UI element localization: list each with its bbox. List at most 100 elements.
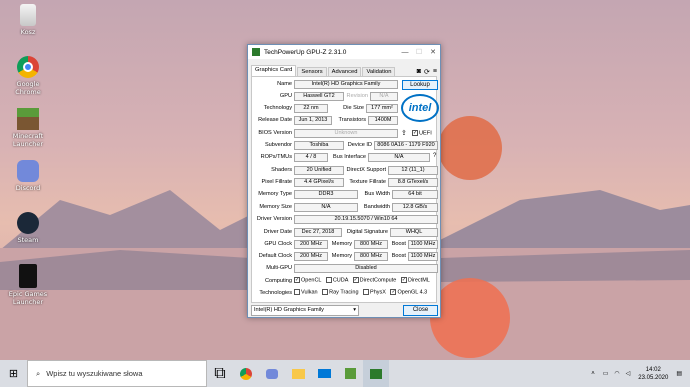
label-bios-version: BIOS Version [258,130,292,136]
field-gpu-clock: 200 MHz [294,240,328,249]
field-multi-gpu: Disabled [294,264,438,273]
field-pixel-fillrate: 4.4 GPixel/s [294,178,344,187]
tab-graphics-card[interactable]: Graphics Card [251,65,297,76]
field-bus-interface: N/A [368,153,430,162]
checkbox-directcompute[interactable]: ✓ [352,277,359,283]
label-bus-interface: Bus Interface [333,154,366,160]
opengl-label: OpenGL 4.3 [397,289,428,296]
checkbox-cuda[interactable] [325,277,332,283]
checkbox-ray-tracing[interactable] [322,289,329,295]
field-directx-support: 12 (11_1) [388,166,438,175]
field-default-memory: 800 MHz [354,252,388,261]
uefi-checkbox: ✓ UEFI [412,130,432,136]
vulkan-label: Vulkan [301,289,318,296]
close-icon[interactable]: ✕ [426,48,440,56]
label-transistors: Transistors [338,117,366,123]
lookup-button[interactable]: Lookup [402,80,438,90]
search-box[interactable]: ⌕ Wpisz tu wyszukiwane słowa [27,360,207,387]
field-revision: N/A [370,92,398,101]
minecraft-icon [17,108,39,130]
gpuz-window: TechPowerUp GPU-Z 2.31.0 — ☐ ✕ Graphics … [247,44,441,318]
menu-icon[interactable]: ≡ [433,68,437,76]
gpu-select[interactable]: Intel(R) HD Graphics Family ▾ [251,305,359,316]
field-die-size: 177 mm² [366,104,398,113]
gpu-select-value: Intel(R) HD Graphics Family [254,307,324,313]
label-computing: Computing [264,278,292,284]
field-driver-version: 20.19.15.5070 / Win10 64 [294,215,438,224]
camera-icon[interactable]: ◙ [417,68,421,76]
taskbar-gpuz-icon[interactable] [363,360,389,387]
field-boost-clock: 1100 MHz [408,240,438,249]
label-technology: Technology [263,105,292,111]
notifications-icon[interactable]: ▤ [676,370,682,377]
label-boost-clock: Boost [391,241,406,247]
taskbar-chrome-icon[interactable] [233,360,259,387]
field-default-boost: 1100 MHz [408,252,438,261]
field-bandwidth: 12.8 GB/s [392,203,438,212]
desktop-icon-chrome[interactable]: Google Chrome [4,56,52,96]
refresh-icon[interactable]: ⟳ [424,68,430,76]
tab-validation[interactable]: Validation [362,67,396,76]
desktop-icon-steam[interactable]: Steam [4,212,52,244]
checkbox-physx[interactable] [363,289,370,295]
close-button[interactable]: Close [403,305,438,316]
label-release-date: Release Date [258,117,292,123]
label-multi-gpu: Multi-GPU [266,265,292,271]
opencl-label: OpenCL [301,277,322,284]
checkbox-directml[interactable]: ✓ [400,277,407,283]
field-digital-signature: WHQL [390,228,438,237]
checkbox-uefi[interactable]: ✓ [412,130,418,136]
clock[interactable]: 14:02 23.05.2020 [638,366,668,382]
search-placeholder: Wpisz tu wyszukiwane słowa [46,369,143,378]
directml-label: DirectML [407,277,430,284]
epic-games-icon [19,264,37,288]
volume-icon[interactable]: ◁ [626,370,631,377]
ray-tracing-label: Ray Tracing [329,289,359,296]
label-digital-signature: Digital Signature [346,229,388,235]
taskbar-mail-icon[interactable] [311,360,337,387]
desktop-icon-epic[interactable]: Epic Games Launcher [4,264,52,306]
title-bar[interactable]: TechPowerUp GPU-Z 2.31.0 — ☐ ✕ [248,45,440,59]
label-shaders: Shaders [271,167,292,173]
tab-bar: Graphics Card Sensors Advanced Validatio… [251,65,437,76]
help-icon[interactable]: ? [433,153,436,159]
field-transistors: 1400M [368,116,398,125]
uefi-label: UEFI [419,130,432,137]
field-device-id: 8086 0A16 - 1179 F920 [374,141,438,150]
clock-date: 23.05.2020 [638,374,669,381]
clock-time: 14:02 [645,366,661,373]
recycle-bin-icon [20,4,36,26]
discord-icon [17,160,39,182]
checkbox-opencl[interactable]: ✓ [294,277,300,283]
directcompute-label: DirectCompute [359,277,397,284]
taskbar-discord-icon[interactable] [259,360,285,387]
checkbox-opengl[interactable]: ✓ [390,289,397,295]
tab-advanced[interactable]: Advanced [327,67,362,76]
desktop-icon-discord[interactable]: Discord [4,160,52,192]
physx-label: PhysX [370,289,386,296]
label-driver-version: Driver Version [256,216,292,222]
taskbar-minecraft-icon[interactable] [337,360,363,387]
maximize-icon[interactable]: ☐ [412,48,426,56]
task-view-icon[interactable]: ⧉ [207,360,233,387]
taskbar-file-explorer-icon[interactable] [285,360,311,387]
field-texture-fillrate: 8.8 GTexel/s [388,178,438,187]
desktop-icon-recycle-bin[interactable]: Kosz [4,4,52,36]
minimize-icon[interactable]: — [398,49,412,56]
desktop: Kosz Google Chrome Minecraft Launcher Di… [0,0,690,360]
chevron-up-icon[interactable]: ˄ [591,371,595,377]
battery-icon[interactable]: ▭ [603,370,609,377]
label-memory-type: Memory Type [258,191,292,197]
tab-sensors[interactable]: Sensors [297,67,327,76]
field-name: Intel(R) HD Graphics Family [294,80,398,89]
checkbox-vulkan[interactable] [294,289,300,295]
label-technologies: Technologies [259,290,292,296]
label-default-boost: Boost [391,253,406,259]
windows-start-icon[interactable]: ⊞ [0,360,27,387]
desktop-icon-minecraft[interactable]: Minecraft Launcher [4,108,52,148]
network-icon[interactable]: ◠ [614,370,619,377]
technology-options: Vulkan Ray Tracing PhysX ✓ OpenGL 4.3 [294,289,427,295]
field-subvendor: Toshiba [294,141,344,150]
field-memory-clock: 800 MHz [354,240,388,249]
share-icon[interactable]: ⇪ [401,129,407,137]
